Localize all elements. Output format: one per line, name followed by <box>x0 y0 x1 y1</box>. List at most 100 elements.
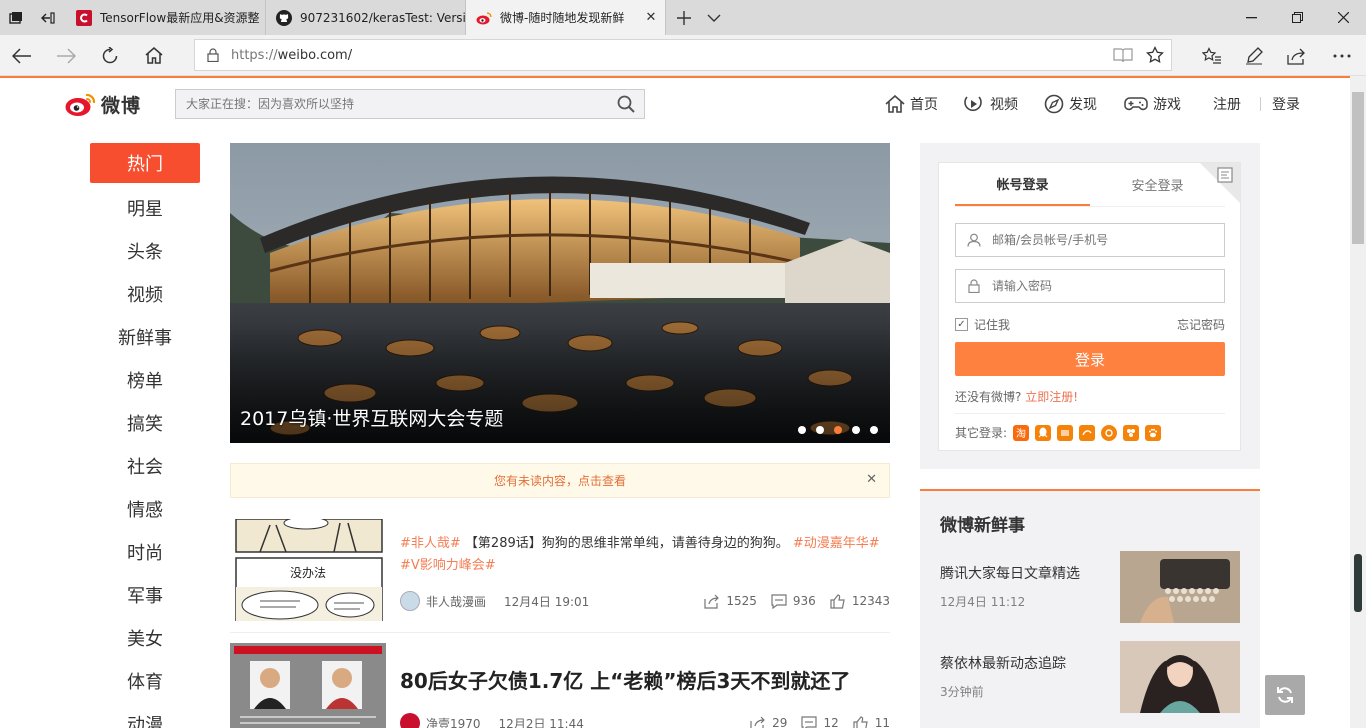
avatar[interactable] <box>400 713 420 728</box>
like-count[interactable]: 12343 <box>830 593 890 609</box>
like-count[interactable]: 11 <box>853 715 890 728</box>
sina-icon[interactable] <box>1057 424 1074 441</box>
menu-item[interactable]: 头条 <box>90 229 200 272</box>
qr-login-corner[interactable] <box>1200 163 1240 203</box>
wangyi-icon[interactable] <box>1079 424 1096 441</box>
nav-home[interactable]: 首页 <box>885 89 938 119</box>
tab-manager-icon[interactable] <box>0 0 32 35</box>
restore-icon[interactable] <box>1274 0 1320 35</box>
register-now-link[interactable]: 立即注册! <box>1025 390 1078 404</box>
back-icon[interactable] <box>0 35 44 76</box>
login-link[interactable]: 登录 <box>1272 89 1300 119</box>
nav-games[interactable]: 游戏 <box>1124 89 1181 119</box>
news-item-image[interactable] <box>1120 641 1240 713</box>
unread-notice-text[interactable]: 您有未读内容，点击查看 <box>494 472 626 489</box>
repost-count[interactable]: 1525 <box>704 594 757 609</box>
remember-checkbox[interactable]: ✓ <box>955 318 968 331</box>
carousel-dot[interactable] <box>852 426 860 434</box>
news-item-title[interactable]: 蔡依林最新动态追踪 <box>940 653 1066 673</box>
avatar[interactable] <box>400 591 420 611</box>
banner-caption[interactable]: 2017乌镇·世界互联网大会专题 <box>240 404 503 431</box>
search-input[interactable] <box>176 97 608 111</box>
menu-item[interactable]: 榜单 <box>90 358 200 401</box>
alliance-icon[interactable] <box>1123 424 1140 441</box>
feed-source[interactable]: 非人哉漫画 <box>400 591 486 611</box>
close-tab-icon[interactable]: ✕ <box>637 10 665 25</box>
web-note-pen-icon[interactable] <box>1234 35 1274 76</box>
news-title[interactable]: 80后女子欠债1.7亿 上“老赖”榜后3天不到就还了 <box>400 665 850 694</box>
news-item[interactable]: 蔡依林最新动态追踪 3分钟前 <box>940 641 1240 713</box>
refresh-icon[interactable] <box>88 35 132 76</box>
carousel-dot[interactable] <box>870 426 878 434</box>
password-input[interactable] <box>992 279 1224 293</box>
banner-carousel[interactable]: 2017乌镇·世界互联网大会专题 <box>230 143 890 443</box>
side-widget-grip[interactable] <box>1354 554 1362 612</box>
menu-item[interactable]: 搞笑 <box>90 401 200 444</box>
password-field[interactable] <box>955 269 1225 303</box>
menu-item[interactable]: 热门 <box>90 143 200 183</box>
username-input[interactable] <box>992 233 1224 247</box>
tab-weibo[interactable]: 微博-随时随地发现新鲜 ✕ <box>466 0 666 35</box>
page-scrollbar[interactable] <box>1350 76 1366 728</box>
search-box[interactable] <box>175 89 645 119</box>
close-window-icon[interactable] <box>1320 0 1366 35</box>
qq-icon[interactable] <box>1035 424 1052 441</box>
more-menu-icon[interactable] <box>1322 35 1362 76</box>
remember-label[interactable]: 记住我 <box>974 316 1010 333</box>
menu-item[interactable]: 明星 <box>90 186 200 229</box>
menu-item[interactable]: 社会 <box>90 444 200 487</box>
taobao-icon[interactable]: 淘 <box>1013 424 1030 441</box>
unread-notice[interactable]: 您有未读内容，点击查看 ✕ <box>230 463 890 498</box>
home-icon[interactable] <box>132 35 176 76</box>
share-icon[interactable] <box>1276 35 1316 76</box>
forgot-password-link[interactable]: 忘记密码 <box>1177 316 1225 333</box>
nav-video[interactable]: 视频 <box>963 89 1018 119</box>
set-tabs-aside-icon[interactable] <box>32 0 64 35</box>
repost-count[interactable]: 29 <box>750 716 787 728</box>
menu-item[interactable]: 军事 <box>90 573 200 616</box>
comment-count[interactable]: 12 <box>801 715 839 728</box>
feed-item[interactable]: 没办法 #非人哉# 【第289话】狗狗的思维非常单纯，请善待身边的狗狗。 #动漫… <box>230 519 890 633</box>
source-name[interactable]: 非人哉漫画 <box>426 593 486 610</box>
scrollbar-thumb[interactable] <box>1352 92 1364 244</box>
register-link[interactable]: 注册 <box>1213 89 1241 119</box>
username-field[interactable] <box>955 223 1225 257</box>
menu-item[interactable]: 时尚 <box>90 530 200 573</box>
feed-text[interactable]: #非人哉# 【第289话】狗狗的思维非常单纯，请善待身边的狗狗。 #动漫嘉年华#… <box>400 533 890 577</box>
tab-account-login[interactable]: 帐号登录 <box>955 163 1090 206</box>
menu-item[interactable]: 新鲜事 <box>90 315 200 358</box>
hashtag[interactable]: #非人哉# <box>400 536 461 551</box>
refresh-feed-button[interactable] <box>1265 675 1305 715</box>
weibo-logo[interactable]: 微博 <box>65 89 141 119</box>
carousel-dot[interactable] <box>816 426 824 434</box>
menu-item[interactable]: 情感 <box>90 487 200 530</box>
comment-count[interactable]: 936 <box>771 593 816 609</box>
search-icon[interactable] <box>608 95 644 113</box>
menu-item[interactable]: 动漫 <box>90 702 200 728</box>
favorites-hub-icon[interactable] <box>1192 35 1232 76</box>
carousel-dot[interactable] <box>834 426 842 434</box>
menu-item[interactable]: 美女 <box>90 616 200 659</box>
menu-item[interactable]: 视频 <box>90 272 200 315</box>
tab-preview-chevron-icon[interactable] <box>696 0 732 35</box>
forward-icon[interactable] <box>44 35 88 76</box>
reading-view-icon[interactable] <box>1107 40 1139 70</box>
menu-item[interactable]: 体育 <box>90 659 200 702</box>
tab-github[interactable]: 907231602/kerasTest: Versio <box>266 0 466 35</box>
news-thumbnail[interactable] <box>230 643 386 728</box>
minimize-icon[interactable] <box>1228 0 1274 35</box>
tab-tensorflow[interactable]: TensorFlow最新应用&资源整 <box>66 0 266 35</box>
feed-item[interactable]: 80后女子欠债1.7亿 上“老赖”榜后3天不到就还了 净壹1970 12月2日 … <box>230 643 890 728</box>
feed-source[interactable]: 净壹1970 <box>400 713 481 728</box>
source-name[interactable]: 净壹1970 <box>426 715 481 728</box>
carousel-dot[interactable] <box>798 426 806 434</box>
comic-thumbnail[interactable]: 没办法 <box>230 519 386 621</box>
nav-discover[interactable]: 发现 <box>1044 89 1097 119</box>
favorite-star-icon[interactable] <box>1139 40 1171 70</box>
login-submit-button[interactable]: 登录 <box>955 342 1225 376</box>
close-notice-icon[interactable]: ✕ <box>866 472 877 487</box>
news-item[interactable]: 腾讯大家每日文章精选 12月4日 11:12 <box>940 551 1240 623</box>
news-item-title[interactable]: 腾讯大家每日文章精选 <box>940 563 1080 583</box>
360-icon[interactable] <box>1101 424 1118 441</box>
baidu-icon[interactable] <box>1145 424 1162 441</box>
